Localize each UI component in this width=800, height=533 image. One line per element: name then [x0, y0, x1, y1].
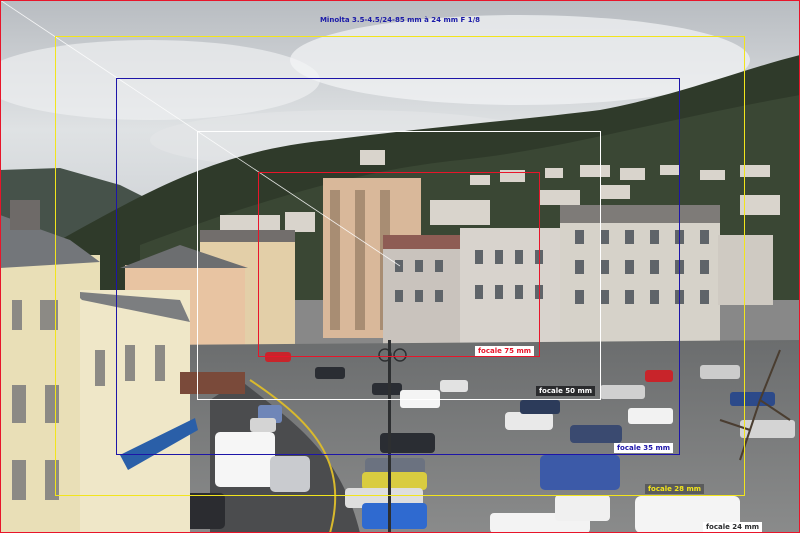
town-square-photo — [0, 0, 800, 533]
photo-scene: Minolta 3.5-4.5/24-85 mm à 24 mm F 1/8 f… — [0, 0, 800, 533]
label-24mm: focale 24 mm — [703, 522, 763, 532]
label-28mm: focale 28 mm — [645, 484, 705, 494]
label-35mm: focale 35 mm — [614, 443, 674, 453]
label-75mm: focale 75 mm — [475, 346, 535, 356]
label-50mm: focale 50 mm — [536, 386, 596, 396]
photo-title: Minolta 3.5-4.5/24-85 mm à 24 mm F 1/8 — [319, 16, 481, 24]
